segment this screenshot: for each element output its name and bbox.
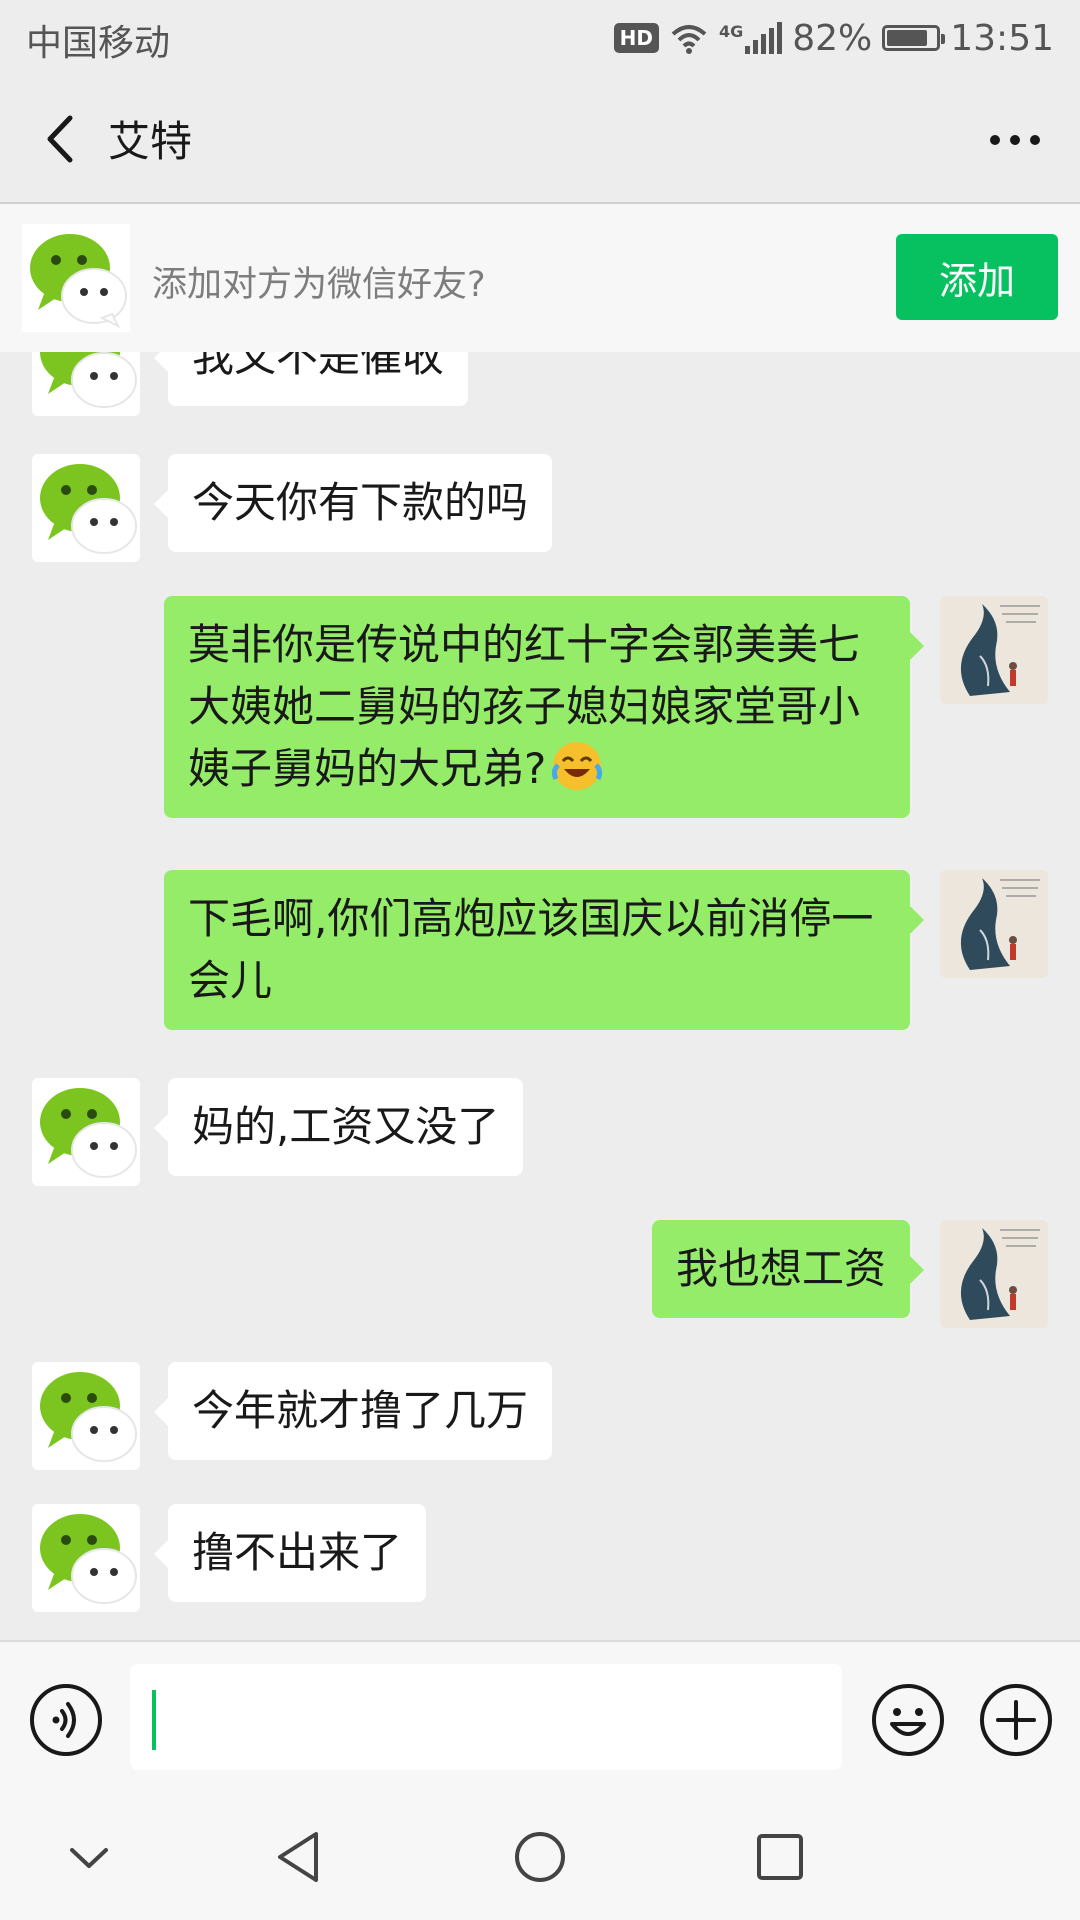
nav-back-button[interactable] — [264, 1822, 334, 1892]
contact-avatar[interactable] — [32, 1078, 140, 1186]
back-triangle-icon — [278, 1832, 318, 1882]
text-cursor — [152, 1690, 156, 1750]
contact-avatar[interactable] — [32, 1362, 140, 1470]
back-button[interactable] — [32, 106, 92, 172]
home-circle-icon — [515, 1832, 565, 1882]
whale-illustration-icon — [940, 1220, 1048, 1328]
message-bubble-received[interactable]: 妈的,工资又没了 — [153, 1078, 524, 1176]
plus-icon — [980, 1684, 1052, 1756]
chevron-down-icon — [70, 1848, 108, 1868]
wechat-logo-icon — [32, 352, 140, 416]
clock: 13:51 — [950, 17, 1054, 59]
battery-percent: 82% — [792, 17, 873, 59]
battery-icon — [882, 25, 946, 51]
emoji-icon — [872, 1684, 944, 1756]
my-avatar[interactable] — [940, 870, 1048, 978]
message-bubble-received[interactable]: 我又不是催收 — [153, 352, 469, 406]
message-text: 莫非你是传说中的红十字会郭美美七大姨她二舅妈的孩子媳妇娘家堂哥小姨子舅妈的大兄弟… — [188, 620, 861, 793]
system-nav-bar — [0, 1794, 1080, 1920]
contact-avatar[interactable] — [32, 1504, 140, 1612]
hide-nav-button[interactable] — [54, 1822, 124, 1892]
message-bubble-received[interactable]: 撸不出来了 — [153, 1504, 427, 1602]
message-bubble-received[interactable]: 今年就才撸了几万 — [153, 1362, 553, 1460]
add-friend-prompt: 添加对方为微信好友? — [152, 265, 486, 305]
nav-recents-button[interactable] — [745, 1822, 815, 1892]
wechat-logo-icon — [32, 1362, 140, 1470]
chat-input-bar — [0, 1640, 1080, 1796]
whale-illustration-icon — [940, 870, 1048, 978]
message-bubble-sent[interactable]: 下毛啊,你们高炮应该国庆以前消停一会儿 — [164, 870, 924, 1030]
chat-title: 艾特 — [108, 117, 193, 166]
message-input[interactable] — [130, 1664, 842, 1770]
wechat-logo-icon — [32, 1078, 140, 1186]
message-bubble-sent[interactable]: 莫非你是传说中的红十字会郭美美七大姨她二舅妈的孩子媳妇娘家堂哥小姨子舅妈的大兄弟… — [164, 596, 924, 818]
face-with-tears-of-joy-icon — [552, 742, 603, 790]
hd-badge: HD — [613, 23, 659, 53]
message-bubble-sent[interactable]: 我也想工资 — [651, 1220, 925, 1318]
add-friend-banner: 添加对方为微信好友? 添加 — [0, 204, 1080, 352]
more-options-button[interactable] — [982, 112, 1048, 168]
signal-icon — [745, 22, 783, 54]
carrier-name: 中国移动 — [26, 23, 171, 64]
my-avatar[interactable] — [940, 1220, 1048, 1328]
nav-home-button[interactable] — [505, 1822, 575, 1892]
wechat-logo-avatar — [22, 224, 130, 332]
recents-square-icon — [757, 1834, 803, 1880]
chat-message-list[interactable]: 我又不是催收 今天你有下款的吗 莫非你是传说中的红十字会郭美美七大姨她二舅妈的孩… — [0, 352, 1080, 1640]
chevron-left-icon — [47, 115, 73, 163]
voice-input-button[interactable] — [28, 1682, 104, 1758]
status-bar: 中国移动 HD 4G 82% 13:51 — [0, 0, 1080, 76]
status-icons: HD 4G 82% 13:51 — [613, 14, 1054, 62]
message-bubble-received[interactable]: 今天你有下款的吗 — [153, 454, 553, 552]
contact-avatar[interactable] — [32, 352, 140, 416]
voice-icon — [30, 1684, 102, 1756]
contact-avatar[interactable] — [32, 454, 140, 562]
add-friend-button[interactable]: 添加 — [896, 234, 1058, 320]
whale-illustration-icon — [940, 596, 1048, 704]
network-type: 4G — [718, 22, 744, 41]
chat-header: 艾特 — [0, 76, 1080, 204]
my-avatar[interactable] — [940, 596, 1048, 704]
emoji-button[interactable] — [870, 1682, 946, 1758]
wifi-icon — [671, 25, 707, 54]
more-horizontal-icon — [990, 135, 1040, 145]
wechat-logo-icon — [32, 1504, 140, 1612]
more-functions-button[interactable] — [978, 1682, 1054, 1758]
wechat-logo-icon — [32, 454, 140, 562]
